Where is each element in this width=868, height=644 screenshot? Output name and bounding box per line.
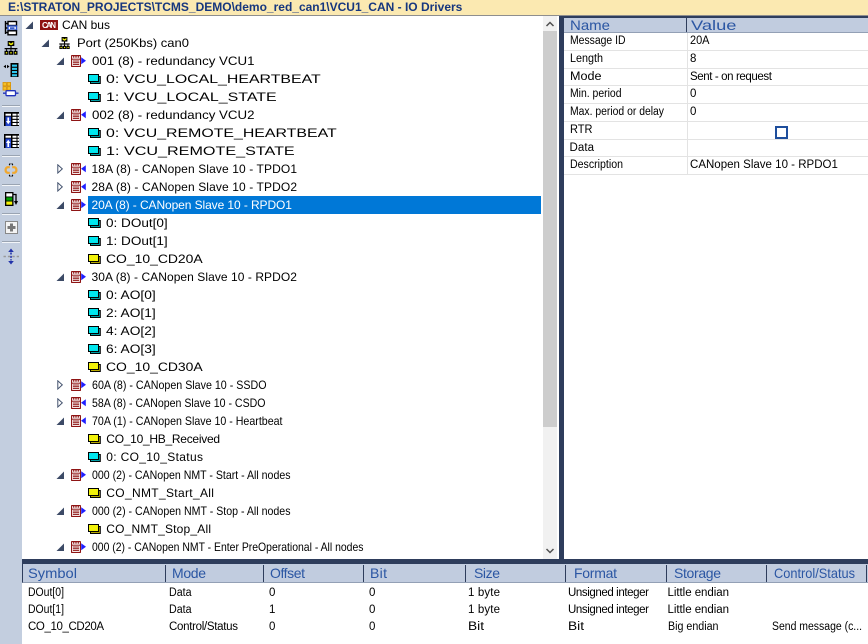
svg-text:CAN: CAN (42, 21, 56, 30)
